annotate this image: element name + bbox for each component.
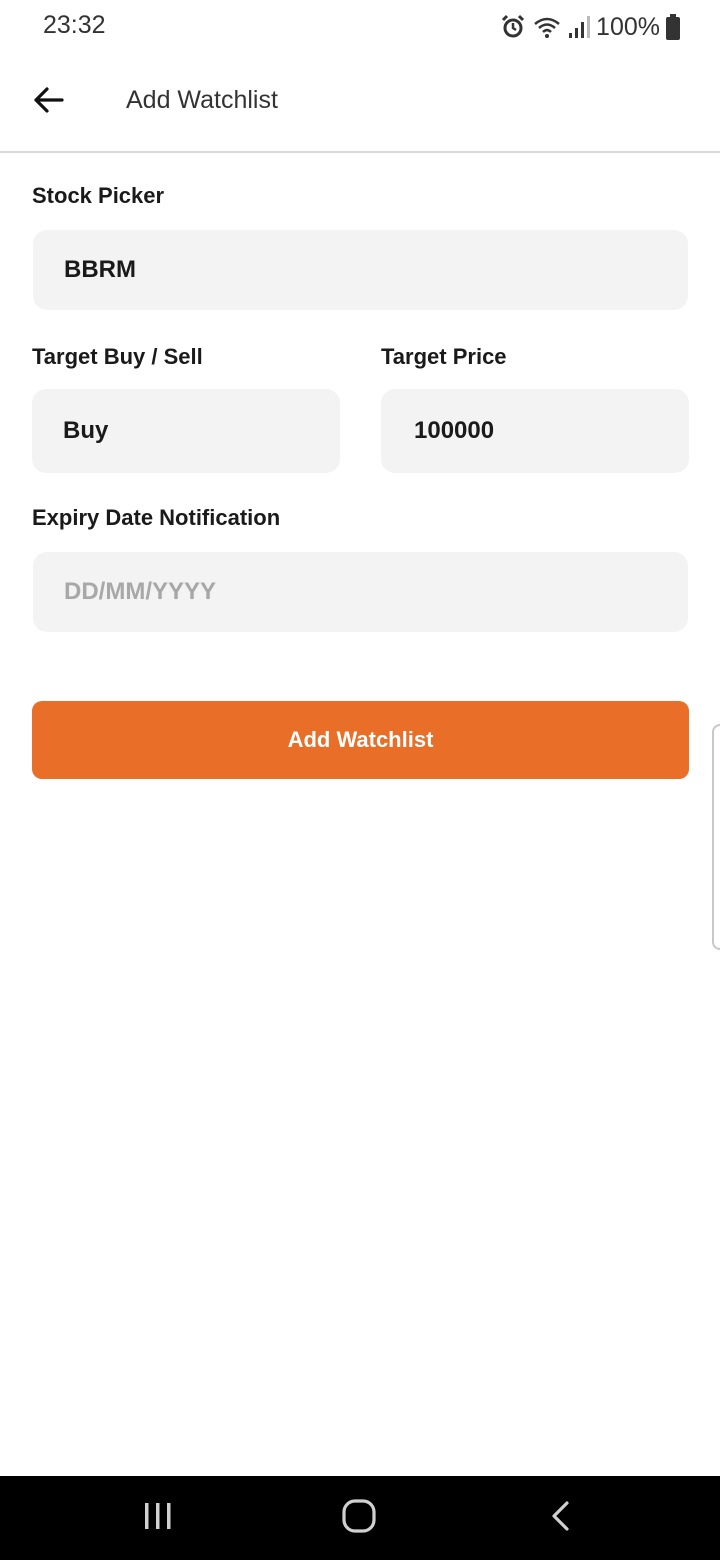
add-watchlist-button[interactable]: Add Watchlist	[32, 701, 689, 779]
back-button[interactable]	[20, 76, 76, 128]
home-button[interactable]	[299, 1476, 419, 1560]
nav-back-button[interactable]	[500, 1476, 620, 1560]
alarm-icon	[500, 14, 526, 40]
battery-icon	[666, 14, 680, 40]
home-icon	[342, 1498, 376, 1538]
target-price-label: Target Price	[381, 344, 507, 369]
recents-button[interactable]	[98, 1476, 218, 1560]
back-icon	[549, 1500, 571, 1537]
system-nav-bar	[0, 1476, 720, 1560]
expiry-date-placeholder: DD/MM/YYYY	[64, 578, 217, 605]
expiry-date-label: Expiry Date Notification	[32, 505, 281, 530]
stock-picker-label: Stock Picker	[32, 183, 165, 208]
stock-picker-value: BBRM	[64, 256, 136, 283]
signal-icon	[568, 15, 591, 39]
target-type-label: Target Buy / Sell	[32, 344, 203, 369]
target-price-value: 100000	[414, 417, 495, 444]
target-type-select[interactable]: Buy	[32, 389, 340, 473]
stock-picker-field[interactable]: BBRM	[33, 230, 688, 310]
target-type-value: Buy	[63, 417, 109, 444]
status-icons: 100%	[500, 12, 680, 42]
add-watchlist-button-label: Add Watchlist	[287, 727, 434, 752]
battery-percent: 100%	[596, 12, 660, 41]
app-bar: Add Watchlist	[0, 54, 720, 153]
arrow-left-icon	[32, 86, 64, 119]
wifi-icon	[532, 15, 562, 39]
status-bar: 23:32 100%	[0, 0, 720, 54]
expiry-date-field[interactable]: DD/MM/YYYY	[33, 552, 688, 632]
page-title: Add Watchlist	[126, 86, 278, 114]
edge-panel-handle[interactable]	[712, 724, 720, 950]
recents-icon	[143, 1501, 173, 1536]
status-time: 23:32	[43, 11, 106, 39]
target-price-field[interactable]: 100000	[381, 389, 689, 473]
